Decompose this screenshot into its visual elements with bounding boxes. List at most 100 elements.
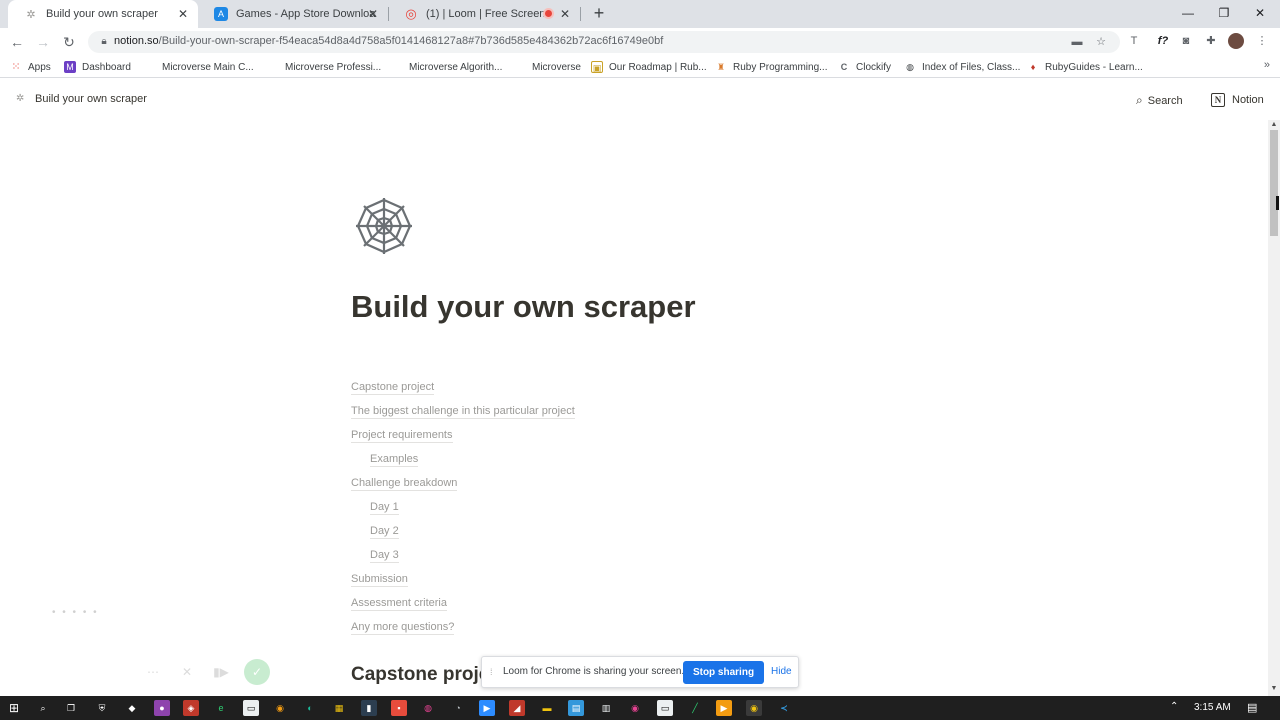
toc-item-day-3[interactable]: Day 3 [351,547,575,571]
search-button[interactable]: ⌕ Search [1136,93,1183,108]
app-pink-icon[interactable]: ◍ [420,700,436,716]
breadcrumb[interactable]: ✲ Build your own scraper [16,93,147,105]
loom-drag-handle-icon[interactable]: • • • • • [52,607,99,618]
toc-item-capstone-project[interactable]: Capstone project [351,379,575,403]
restore-button[interactable]: ❐ [1214,4,1234,22]
toc-item-day-2[interactable]: Day 2 [351,523,575,547]
app-gray-icon[interactable]: ◔ [450,700,466,716]
bookmark-clockify[interactable]: C Clockify [838,60,891,74]
extension-formula-icon[interactable]: f? [1152,33,1174,49]
forward-arrow-icon[interactable]: → [34,33,52,51]
show-hidden-icons-icon[interactable]: ⌃ [1170,701,1178,712]
zoom-icon[interactable]: ▶ [479,700,495,716]
bookmark-dashboard[interactable]: M Dashboard [64,60,131,74]
app-orange-icon[interactable]: ▶ [716,700,732,716]
drag-grip-icon[interactable]: ⁞ [490,667,493,677]
screenshot-camera-icon[interactable]: ◙ [1178,33,1194,49]
tab-games-app-store[interactable]: A Games - App Store Downloads o ✕ [198,0,388,28]
back-arrow-icon[interactable]: ← [8,33,26,51]
bookmarks-overflow-icon[interactable]: » [1264,59,1270,71]
vscode-icon[interactable]: ≺ [776,700,792,716]
app-red-icon[interactable]: ◈ [183,700,199,716]
toc-item-label: Assessment criteria [351,597,447,611]
url-text[interactable]: notion.so/Build-your-own-scraper-f54eaca… [114,35,663,47]
close-tab-icon[interactable]: ✕ [176,7,190,21]
minimize-button[interactable]: — [1178,4,1198,22]
close-tab-icon[interactable]: ✕ [558,7,572,21]
extensions-puzzle-icon[interactable]: ✚ [1203,33,1219,49]
windows-start-icon[interactable]: ⊞ [6,700,22,716]
task-view-icon[interactable]: ❐ [63,700,79,716]
finish-recording-icon[interactable]: ✓ [244,659,270,685]
stop-sharing-button[interactable]: Stop sharing [683,661,764,684]
shield-icon[interactable]: ⛨ [94,700,110,716]
file-manager-icon[interactable]: ▦ [331,700,347,716]
bookmark-microverse-algorithms[interactable]: Microverse Algorith... [391,60,502,74]
cat-app-icon[interactable]: ◆ [124,700,140,716]
app-blue-icon[interactable]: ▤ [568,700,584,716]
notification-icon[interactable]: ▤ [1247,701,1257,714]
bookmark-rubyguides[interactable]: ♦ RubyGuides - Learn... [1027,60,1143,74]
hide-button[interactable]: Hide [771,666,792,677]
edge-icon[interactable]: e [213,700,229,716]
toc-item-day-1[interactable]: Day 1 [351,499,575,523]
notion-button[interactable]: N Notion [1211,93,1264,107]
toc-item-examples[interactable]: Examples [351,451,575,475]
bookmark-index-of-files[interactable]: ◍ Index of Files, Class... [904,60,1020,74]
reload-icon[interactable]: ↻ [60,33,78,51]
bookmark-our-roadmap[interactable]: ▣ Our Roadmap | Rub... [591,60,707,74]
toc-item-label: Day 3 [370,549,399,563]
new-tab-button[interactable]: + [590,4,608,22]
toc-item-label: The biggest challenge in this particular… [351,405,575,419]
toc-item-submission[interactable]: Submission [351,571,575,595]
bookmark-star-icon[interactable]: ☆ [1094,35,1108,49]
address-bar[interactable]: 🔒︎ notion.so/Build-your-own-scraper-f54e… [88,31,1120,53]
extension-t-icon[interactable]: T [1126,33,1142,49]
media-player-icon[interactable]: ◉ [627,700,643,716]
chrome-menu-icon[interactable]: ⋮ [1254,33,1270,49]
profile-avatar-icon[interactable] [1228,33,1244,49]
bookmark-apps[interactable]: ⁙ Apps [10,60,50,74]
folder-icon[interactable]: ▬ [539,700,555,716]
notepad-icon[interactable]: ▥ [598,700,614,716]
toc-item-biggest-challenge[interactable]: The biggest challenge in this particular… [351,403,575,427]
chrome-alt-icon[interactable]: ◉ [272,700,288,716]
tab-strip: ✲ Build your own scraper ✕ A Games - App… [0,0,1280,28]
bookmark-label: Microverse Algorith... [409,61,503,73]
app-green-icon[interactable]: ◐ [302,700,318,716]
more-options-icon[interactable]: ⋯ [140,659,166,685]
close-window-button[interactable]: ✕ [1250,4,1270,22]
search-label: Search [1147,94,1183,107]
terminal-icon[interactable]: ▭ [243,700,259,716]
bookmark-microverse-main[interactable]: Microverse Main C... [144,60,254,74]
console-icon[interactable]: ▭ [657,700,673,716]
search-icon[interactable]: ⌕ [35,700,51,716]
camera-blocked-icon[interactable]: ▬ [1070,35,1084,49]
bookmark-microverse[interactable]: Microverse [514,60,581,74]
chrome-icon[interactable]: ◉ [746,700,762,716]
toc-item-challenge-breakdown[interactable]: Challenge breakdown [351,475,575,499]
tab-loom[interactable]: ◎ (1) | Loom | Free Screen & Vi ✕ [388,0,580,28]
bookmark-ruby-programming[interactable]: ♜ Ruby Programming... [715,60,828,74]
close-tab-icon[interactable]: ✕ [366,7,380,21]
loom-icon: ◎ [405,6,417,21]
pdf-icon[interactable]: ◢ [509,700,525,716]
app-dark-icon[interactable]: ▮ [361,700,377,716]
app-purple-icon[interactable]: ● [154,700,170,716]
scroll-up-icon[interactable]: ▲ [1268,120,1280,130]
scroll-down-icon[interactable]: ▼ [1268,684,1280,694]
app-red-square-icon[interactable]: ▪ [391,700,407,716]
pen-app-icon[interactable]: ╱ [687,700,703,716]
scrollbar-thumb[interactable] [1270,130,1278,236]
toc-item-any-more-questions[interactable]: Any more questions? [351,619,575,643]
spider-web-icon[interactable] [352,194,416,258]
cancel-recording-icon[interactable]: ✕ [174,659,200,685]
toc-item-assessment-criteria[interactable]: Assessment criteria [351,595,575,619]
system-clock[interactable]: 3:15 AM [1194,702,1231,713]
bookmark-microverse-professional[interactable]: Microverse Professi... [267,60,381,74]
section-heading: Capstone proje [351,664,490,685]
tab-build-your-own-scraper[interactable]: ✲ Build your own scraper ✕ [8,0,198,28]
pause-recording-icon[interactable]: ▮▶ [208,659,234,685]
roadmap-icon: ▣ [591,61,603,73]
toc-item-project-requirements[interactable]: Project requirements [351,427,575,451]
